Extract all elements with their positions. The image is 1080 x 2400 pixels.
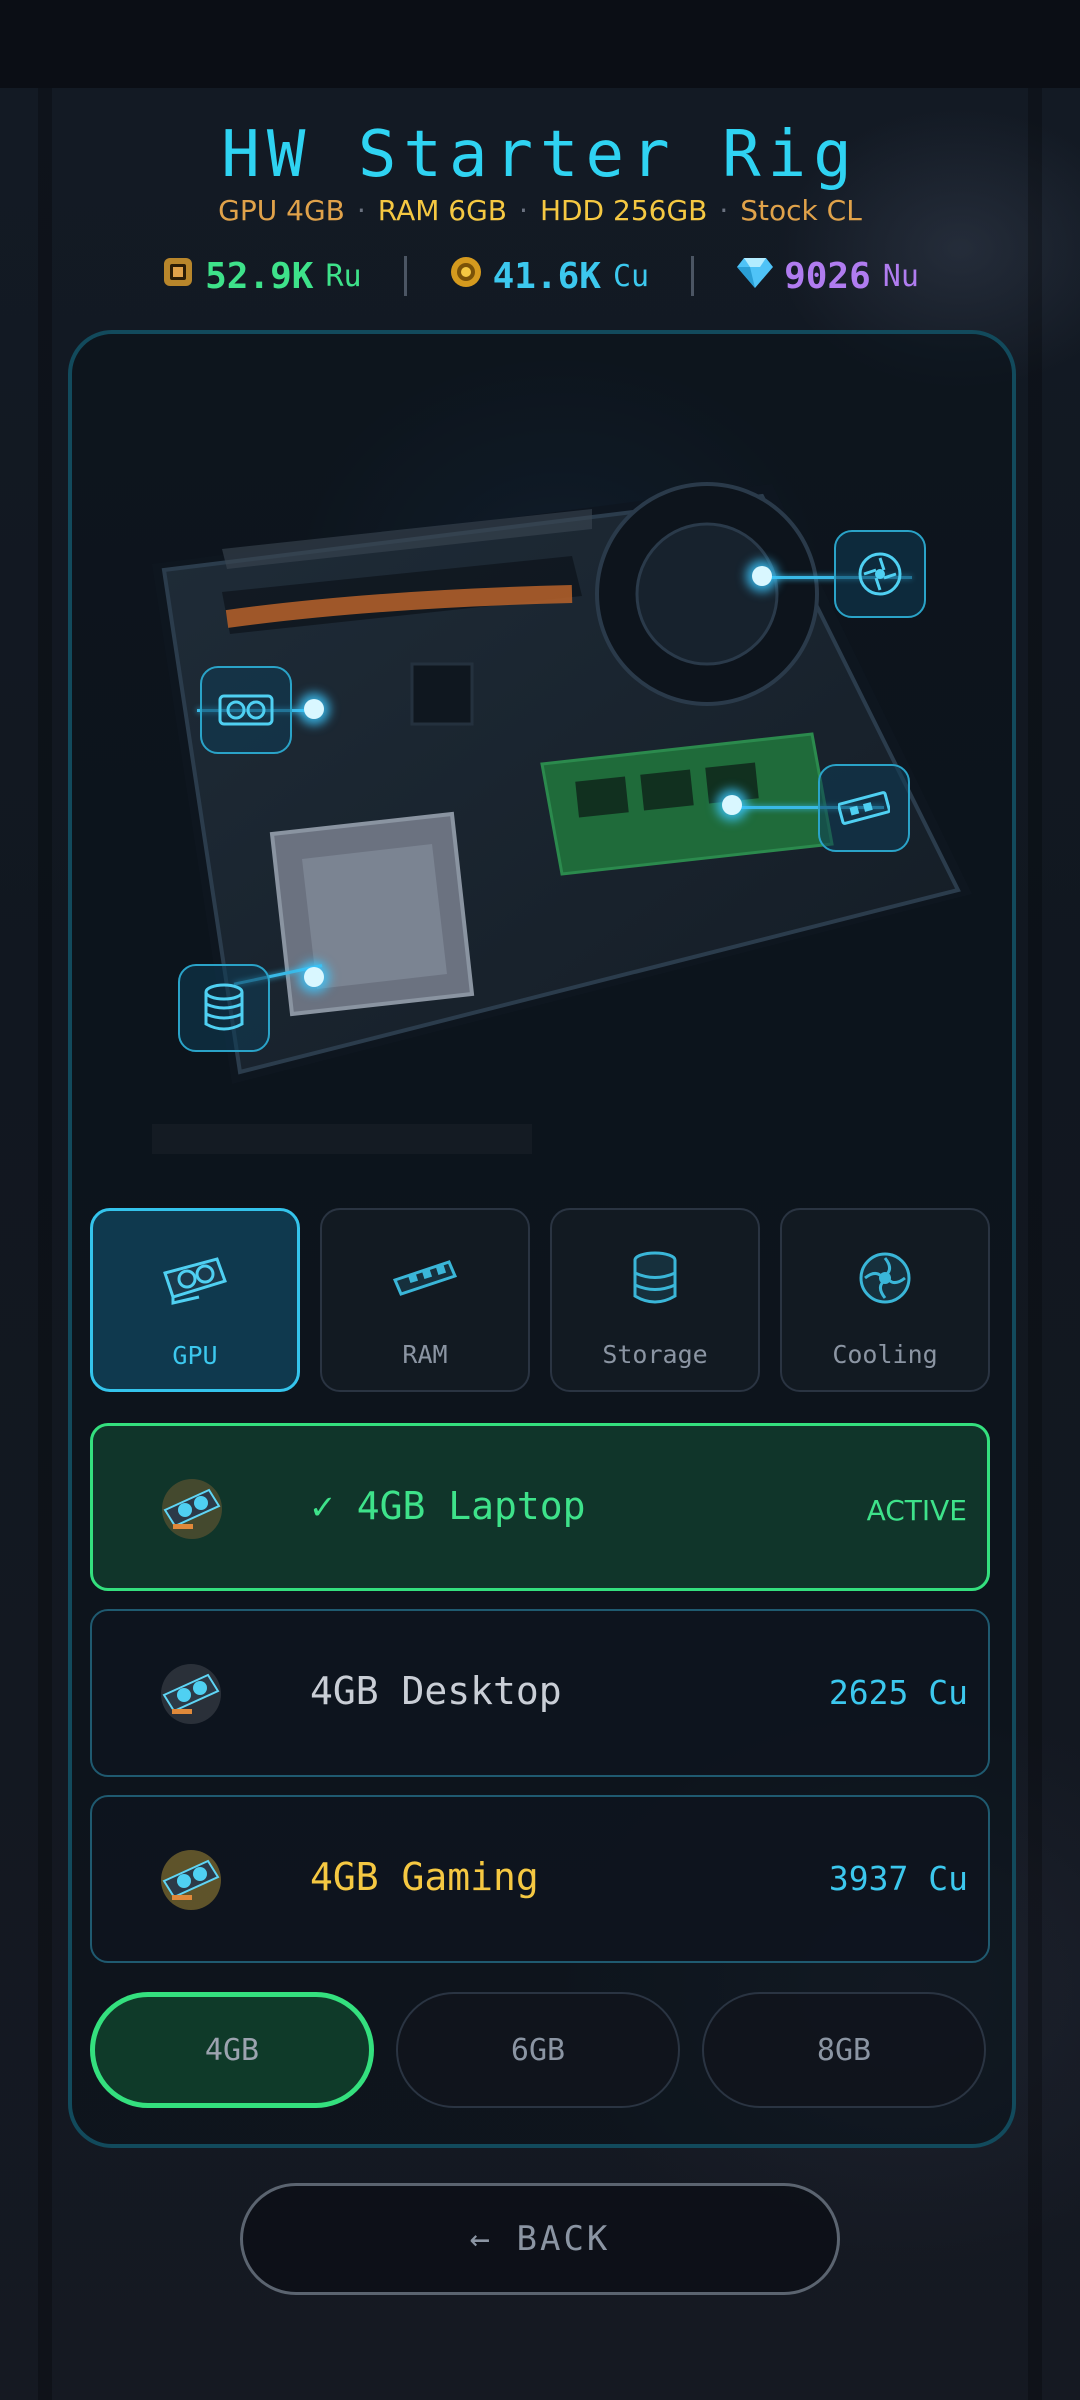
storage-dot xyxy=(304,967,324,987)
right-edge xyxy=(1028,88,1042,2400)
size-option-6gb[interactable]: 6GB xyxy=(396,1992,680,2108)
status-badge: ACTIVE xyxy=(866,1494,967,1527)
cooling-hotspot[interactable] xyxy=(834,530,926,618)
cooling-icon xyxy=(858,552,902,596)
gpu-icon xyxy=(93,1251,297,1321)
ram-hotspot[interactable] xyxy=(818,764,910,852)
item-price: 3937 Cu xyxy=(828,1859,968,1898)
currency-ru-value: 52.9K xyxy=(205,255,314,297)
chip-coin-icon xyxy=(161,255,195,298)
item-name: 4GB Gaming xyxy=(310,1855,539,1899)
spec-hdd: HDD 256GB xyxy=(539,194,708,227)
back-button[interactable]: ← BACK xyxy=(240,2183,840,2295)
currency-nu-value: 9026 xyxy=(784,255,871,297)
spec-separator: · xyxy=(356,194,366,227)
tab-cooling-label: Cooling xyxy=(832,1340,938,1369)
list-item-4gb-desktop[interactable]: 4GB Desktop 2625 Cu xyxy=(90,1609,990,1777)
currency-cu-unit: Cu xyxy=(612,258,650,294)
spec-separator: · xyxy=(719,194,729,227)
spec-separator: · xyxy=(519,194,528,227)
check-icon: ✓ xyxy=(311,1484,334,1528)
page-title: HW Starter Rig xyxy=(221,118,859,192)
gpu-dot xyxy=(304,699,324,719)
gpu-hotspot[interactable] xyxy=(200,666,292,754)
currency-nu: 9026 Nu xyxy=(736,255,919,298)
tab-storage-label: Storage xyxy=(602,1340,708,1369)
tab-ram[interactable]: RAM xyxy=(320,1208,530,1392)
gpu-card-icon xyxy=(158,1847,224,1913)
spec-ram: RAM 6GB xyxy=(377,194,508,227)
size-option-8gb[interactable]: 8GB xyxy=(702,1992,986,2108)
laptop-illustration xyxy=(72,334,1008,1154)
gold-coin-icon xyxy=(449,255,483,298)
tab-gpu-label: GPU xyxy=(172,1341,218,1370)
currency-ru: 52.9K Ru xyxy=(161,255,362,298)
gpu-card-icon xyxy=(158,1661,224,1727)
tab-cooling[interactable]: Cooling xyxy=(780,1208,990,1392)
list-item-4gb-laptop[interactable]: ✓ 4GB Laptop ACTIVE xyxy=(90,1423,990,1591)
item-name: ✓ 4GB Laptop xyxy=(311,1484,586,1528)
ram-icon xyxy=(322,1250,528,1320)
ram-dot xyxy=(722,795,742,815)
currency-divider xyxy=(691,256,695,296)
spec-summary: GPU 4GB · RAM 6GB · HDD 256GB · Stock CL xyxy=(0,194,1080,227)
storage-icon xyxy=(204,983,244,1031)
gpu-icon xyxy=(218,694,274,726)
storage-icon xyxy=(552,1250,758,1320)
cooling-dot xyxy=(752,566,772,586)
currency-nu-unit: Nu xyxy=(882,258,919,294)
currency-divider xyxy=(403,256,407,296)
component-tabs: GPU RAM Storage Cooling xyxy=(90,1208,990,1394)
list-item-4gb-gaming[interactable]: 4GB Gaming 3937 Cu xyxy=(90,1795,990,1963)
tab-gpu[interactable]: GPU xyxy=(90,1208,300,1392)
item-price: 2625 Cu xyxy=(828,1673,968,1712)
currency-bar: 52.9K Ru 41.6K Cu 9026 Nu xyxy=(0,250,1080,302)
tab-ram-label: RAM xyxy=(402,1340,448,1369)
storage-hotspot[interactable] xyxy=(178,964,270,1052)
ram-icon xyxy=(838,791,890,825)
status-bar xyxy=(0,0,1080,88)
left-edge xyxy=(38,88,52,2400)
diamond-icon xyxy=(736,255,774,298)
currency-cu: 41.6K Cu xyxy=(449,255,650,298)
currency-ru-unit: Ru xyxy=(325,258,362,294)
size-option-4gb[interactable]: 4GB xyxy=(90,1992,374,2108)
currency-cu-value: 41.6K xyxy=(492,255,601,297)
cooling-icon xyxy=(782,1250,988,1320)
item-name: 4GB Desktop xyxy=(310,1669,562,1713)
spec-cooling: Stock CL xyxy=(740,194,862,227)
tab-storage[interactable]: Storage xyxy=(550,1208,760,1392)
gpu-card-icon xyxy=(159,1476,225,1542)
spec-gpu: GPU 4GB xyxy=(218,194,345,227)
